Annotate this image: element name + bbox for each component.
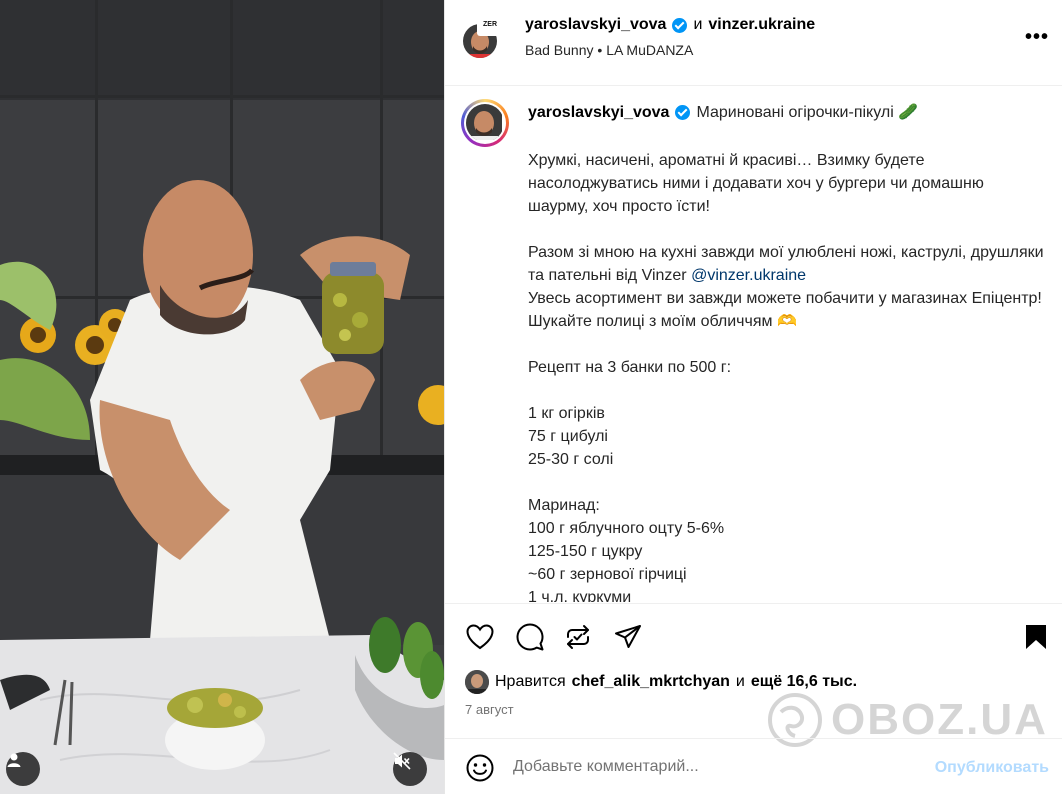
likes-and: и xyxy=(735,673,745,690)
bookmark-icon xyxy=(1026,625,1046,649)
likes-prefix: Нравится xyxy=(495,673,566,690)
caption-paragraph-2: Разом зі мною на кухні завжди мої улюбле… xyxy=(528,241,1048,333)
caption-header: yaroslavskyi_vova Мариновані огірочки-пі… xyxy=(528,101,1048,124)
post-header: ZER yaroslavskyi_vova и vinzer.ukraine B… xyxy=(445,0,1062,86)
caption-title: Мариновані огірочки-пікулі 🥒 xyxy=(696,104,919,121)
music-title: LA MuDANZA xyxy=(606,42,694,58)
and-text: и xyxy=(693,16,703,33)
media-image xyxy=(0,0,444,794)
send-icon xyxy=(615,625,641,648)
caption-username[interactable]: yaroslavskyi_vova xyxy=(528,101,669,124)
more-options-button[interactable]: ••• xyxy=(1025,26,1049,49)
avatar-image xyxy=(465,670,489,694)
share-button[interactable] xyxy=(613,622,643,652)
comment-bar: Опубликовать xyxy=(445,738,1062,794)
post-comment-button[interactable]: Опубликовать xyxy=(935,759,1049,777)
liker-username[interactable]: chef_alik_mkrtchyan xyxy=(572,673,730,691)
author-line: yaroslavskyi_vova и vinzer.ukraine xyxy=(525,16,815,34)
mute-button[interactable] xyxy=(393,752,427,786)
mention-link[interactable]: @vinzer.ukraine xyxy=(691,267,806,284)
user-icon xyxy=(7,753,21,767)
comment-icon xyxy=(516,623,544,651)
repost-button[interactable] xyxy=(563,622,593,652)
caption-body: Хрумкі, насичені, ароматні й красиві… Вз… xyxy=(528,149,1048,602)
tagged-users-button[interactable] xyxy=(6,752,40,786)
caption-text: yaroslavskyi_vova Мариновані огірочки-пі… xyxy=(528,101,1048,602)
verified-badge-icon xyxy=(672,17,688,33)
save-button[interactable] xyxy=(1021,622,1051,652)
collab-username[interactable]: vinzer.ukraine xyxy=(708,16,815,34)
speaker-muted-icon xyxy=(393,752,411,770)
caption-paragraph-1: Хрумкі, насичені, ароматні й красиві… Вз… xyxy=(528,152,984,215)
avatar-image xyxy=(466,104,502,142)
caption-area: yaroslavskyi_vova Мариновані огірочки-пі… xyxy=(445,87,1062,602)
like-button[interactable] xyxy=(465,622,495,652)
liker-avatar[interactable] xyxy=(465,670,489,694)
author-username[interactable]: yaroslavskyi_vova xyxy=(525,16,666,34)
emoji-icon xyxy=(466,754,494,782)
music-separator: • xyxy=(597,42,603,58)
action-bar xyxy=(445,603,1062,665)
verified-badge-icon xyxy=(675,105,691,120)
music-info[interactable]: Bad Bunny • LA MuDANZA xyxy=(525,42,693,58)
caption-paragraph-5: Маринад: 100 г яблучного оцту 5-6% 125-1… xyxy=(528,497,725,602)
heart-icon xyxy=(466,624,494,650)
collab-logo[interactable]: ZER xyxy=(477,14,503,36)
caption-paragraph-3: Рецепт на 3 банки по 500 г: xyxy=(528,359,732,376)
caption-paragraph-2-end: Увесь асортимент ви завжди можете побачи… xyxy=(528,290,1042,330)
comment-button[interactable] xyxy=(515,622,545,652)
comment-input[interactable] xyxy=(513,755,913,779)
caption-avatar[interactable] xyxy=(461,99,509,147)
post-details-panel: ZER yaroslavskyi_vova и vinzer.ukraine B… xyxy=(444,0,1062,794)
repost-icon xyxy=(567,625,589,649)
caption-paragraph-4: 1 кг огірків 75 г цибулі 25-30 г солі xyxy=(528,405,614,468)
post-media[interactable] xyxy=(0,0,444,794)
likes-count[interactable]: ещё 16,6 тыс. xyxy=(751,673,857,691)
music-artist: Bad Bunny xyxy=(525,42,594,58)
emoji-button[interactable] xyxy=(465,753,495,783)
post-date[interactable]: 7 август xyxy=(465,702,514,717)
